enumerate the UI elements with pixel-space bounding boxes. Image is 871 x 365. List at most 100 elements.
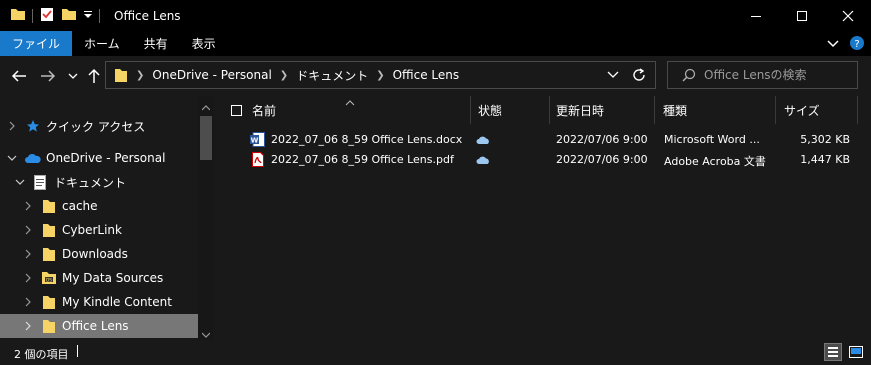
nav-item-my-kindle-content[interactable]: My Kindle Content: [0, 290, 198, 314]
chevron-down-icon[interactable]: [6, 152, 18, 164]
large-icons-view-button[interactable]: [847, 343, 865, 361]
nav-item-label: My Kindle Content: [62, 295, 172, 309]
svg-text:?: ?: [854, 39, 859, 50]
svg-text:DS: DS: [46, 278, 52, 284]
tab-home[interactable]: ホーム: [72, 31, 132, 56]
folder-icon: [114, 67, 128, 83]
data-folder-icon: DS: [41, 271, 57, 285]
column-divider[interactable]: [775, 96, 776, 124]
cloud-status-icon: [476, 155, 490, 168]
address-bar[interactable]: ❯ OneDrive - Personal ❯ ドキュメント ❯ Office …: [105, 61, 656, 89]
customize-toolbar-icon[interactable]: [83, 6, 93, 25]
search-box[interactable]: [667, 61, 858, 89]
nav-item-quick-access[interactable]: クイック アクセス: [0, 114, 198, 138]
folder-icon: [42, 198, 56, 214]
window-title: Office Lens: [114, 8, 181, 23]
folder-icon[interactable]: [10, 6, 26, 25]
maximize-icon: [797, 10, 807, 21]
folder-icon: [42, 222, 56, 238]
nav-item-downloads[interactable]: Downloads: [0, 242, 198, 266]
pdf-icon: [252, 152, 264, 170]
svg-text:W: W: [251, 137, 259, 145]
details-view-icon: [828, 347, 838, 357]
column-divider[interactable]: [549, 96, 550, 124]
search-icon: [682, 68, 696, 85]
file-row[interactable]: 2022_07_06 8_59 Office Lens.pdf 2022/07/…: [214, 150, 871, 170]
cloud-icon: [24, 152, 42, 164]
tab-view[interactable]: 表示: [180, 31, 228, 56]
column-header-size[interactable]: サイズ: [784, 96, 820, 124]
toolbar-divider: [32, 8, 33, 23]
nav-item-cache[interactable]: cache: [0, 194, 198, 218]
file-type: Microsoft Word ...: [664, 133, 760, 146]
breadcrumb-documents[interactable]: ドキュメント: [296, 67, 368, 84]
title-bar: Office Lens: [0, 0, 871, 31]
nav-item-documents[interactable]: ドキュメント: [0, 170, 198, 194]
up-button[interactable]: [85, 66, 103, 86]
breadcrumb-office-lens[interactable]: Office Lens: [393, 68, 460, 82]
address-history-button[interactable]: [607, 69, 619, 84]
column-divider[interactable]: [654, 96, 655, 124]
chevron-right-icon[interactable]: ❯: [376, 70, 384, 81]
nav-item-cyberlink[interactable]: CyberLink: [0, 218, 198, 242]
column-divider[interactable]: [857, 96, 858, 124]
expand-ribbon-icon[interactable]: [827, 37, 839, 52]
ribbon-tabs: ファイル ホーム 共有 表示 ?: [0, 31, 871, 56]
scrollbar-thumb[interactable]: [200, 116, 212, 160]
status-divider: [77, 345, 78, 357]
scroll-down-icon[interactable]: [201, 327, 211, 341]
maximize-button[interactable]: [779, 0, 825, 31]
chevron-right-icon[interactable]: [22, 272, 34, 284]
nav-scrollbar[interactable]: [198, 96, 214, 340]
refresh-button[interactable]: [631, 67, 647, 86]
file-size: 5,302 KB: [800, 133, 850, 146]
column-header-modified[interactable]: 更新日時: [556, 96, 604, 124]
recent-locations-button[interactable]: [64, 66, 82, 86]
chevron-right-icon[interactable]: [22, 224, 34, 236]
nav-item-office-lens[interactable]: Office Lens: [0, 314, 198, 338]
file-list: 名前 状態 更新日時 種類 サイズ W 2022_07_06 8_59 Offi…: [214, 96, 871, 340]
column-header-status[interactable]: 状態: [478, 96, 502, 124]
nav-item-label: Office Lens: [62, 319, 129, 333]
item-count: 2 個の項目: [14, 348, 69, 361]
column-divider[interactable]: [470, 96, 471, 124]
close-icon: [842, 10, 854, 21]
file-modified: 2022/07/06 9:00: [556, 133, 648, 146]
file-type: Adobe Acroba 文書: [664, 155, 766, 168]
chevron-right-icon[interactable]: [22, 248, 34, 260]
forward-button[interactable]: [39, 66, 57, 86]
details-view-button[interactable]: [824, 343, 842, 361]
chevron-right-icon[interactable]: [6, 120, 18, 132]
nav-item-my-data-sources[interactable]: DS My Data Sources: [0, 266, 198, 290]
new-folder-icon[interactable]: [61, 6, 77, 25]
up-arrow-icon: [88, 68, 100, 83]
select-all-checkbox[interactable]: [231, 105, 242, 116]
tab-share[interactable]: 共有: [132, 31, 180, 56]
back-arrow-icon: [11, 70, 26, 82]
minimize-icon: [751, 15, 761, 17]
minimize-button[interactable]: [733, 0, 779, 31]
close-button[interactable]: [825, 0, 871, 31]
help-icon[interactable]: ?: [849, 35, 865, 54]
chevron-right-icon[interactable]: ❯: [136, 70, 144, 81]
navigation-pane: クイック アクセス OneDrive - Personal ドキュメント cac…: [0, 96, 214, 340]
nav-item-onedrive[interactable]: OneDrive - Personal: [0, 146, 198, 170]
folder-icon: [42, 246, 56, 262]
column-header-name[interactable]: 名前: [252, 96, 276, 124]
file-name: 2022_07_06 8_59 Office Lens.docx: [271, 133, 463, 146]
chevron-down-icon: [68, 73, 78, 79]
search-input[interactable]: [704, 66, 852, 84]
properties-icon[interactable]: [39, 6, 55, 25]
chevron-right-icon[interactable]: [22, 320, 34, 332]
file-row[interactable]: W 2022_07_06 8_59 Office Lens.docx 2022/…: [214, 130, 871, 150]
chevron-down-icon[interactable]: [14, 176, 26, 188]
back-button[interactable]: [10, 66, 28, 86]
breadcrumb-onedrive[interactable]: OneDrive - Personal: [152, 68, 271, 82]
scroll-up-icon[interactable]: [201, 100, 211, 114]
file-name: 2022_07_06 8_59 Office Lens.pdf: [271, 153, 454, 166]
chevron-right-icon[interactable]: ❯: [280, 70, 288, 81]
column-header-type[interactable]: 種類: [663, 96, 687, 124]
chevron-right-icon[interactable]: [22, 296, 34, 308]
tab-file[interactable]: ファイル: [0, 31, 73, 56]
chevron-right-icon[interactable]: [22, 200, 34, 212]
